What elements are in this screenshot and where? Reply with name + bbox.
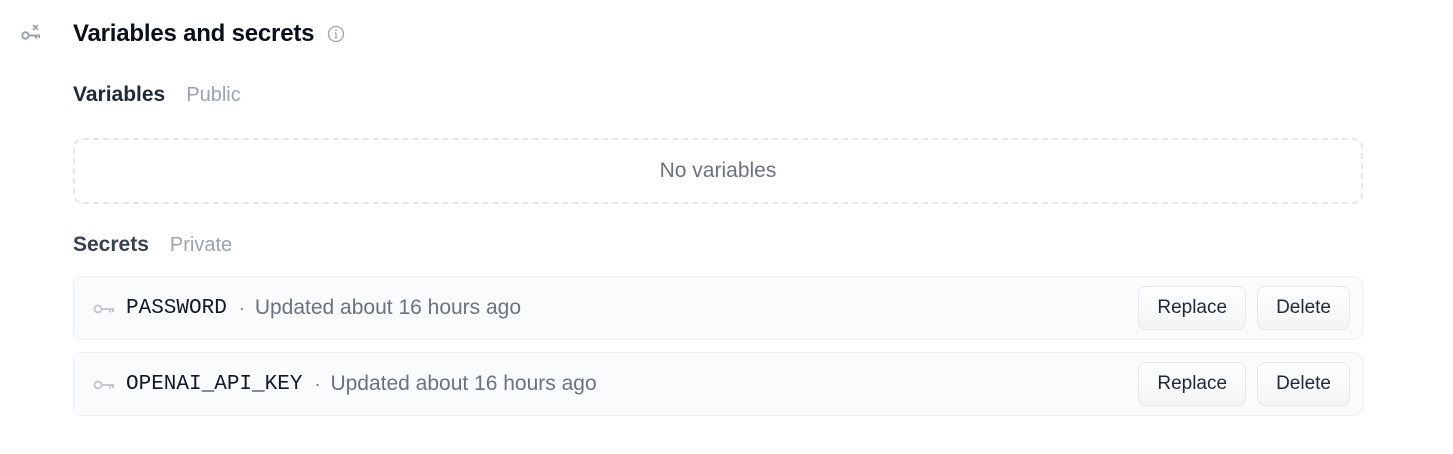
secret-row: OPENAI_API_KEY · Updated about 16 hours … (73, 352, 1363, 416)
separator-dot: · (314, 373, 321, 394)
separator-dot: · (238, 297, 245, 318)
key-icon (93, 302, 115, 314)
secrets-heading: Secrets Private (73, 233, 232, 257)
replace-button[interactable]: Replace (1138, 362, 1247, 406)
section-header: Variables and secrets (73, 17, 345, 51)
secret-name: PASSWORD (126, 296, 227, 320)
variables-label: Variables (73, 83, 166, 106)
section-title: Variables and secrets (73, 20, 315, 47)
secrets-private-tag: Private (169, 234, 233, 256)
secret-name: OPENAI_API_KEY (126, 372, 303, 396)
info-icon[interactable] (327, 25, 345, 43)
replace-button[interactable]: Replace (1138, 286, 1247, 330)
secret-actions: Replace Delete (1138, 286, 1350, 330)
secret-row: PASSWORD · Updated about 16 hours ago Re… (73, 276, 1363, 340)
key-icon (93, 378, 115, 390)
empty-state-text: No variables (659, 159, 777, 182)
secrets-label: Secrets (73, 233, 149, 256)
variables-empty-state: No variables (73, 138, 1363, 204)
secret-actions: Replace Delete (1138, 362, 1350, 406)
key-off-icon (20, 23, 44, 43)
variables-heading: Variables Public (73, 83, 241, 107)
delete-button[interactable]: Delete (1257, 286, 1350, 330)
secret-updated-time: Updated about 16 hours ago (330, 372, 597, 395)
variables-secrets-section: Variables and secrets Variables Public N… (0, 0, 1453, 454)
secret-updated-time: Updated about 16 hours ago (254, 296, 522, 319)
delete-button[interactable]: Delete (1257, 362, 1350, 406)
variables-public-tag: Public (186, 84, 241, 106)
